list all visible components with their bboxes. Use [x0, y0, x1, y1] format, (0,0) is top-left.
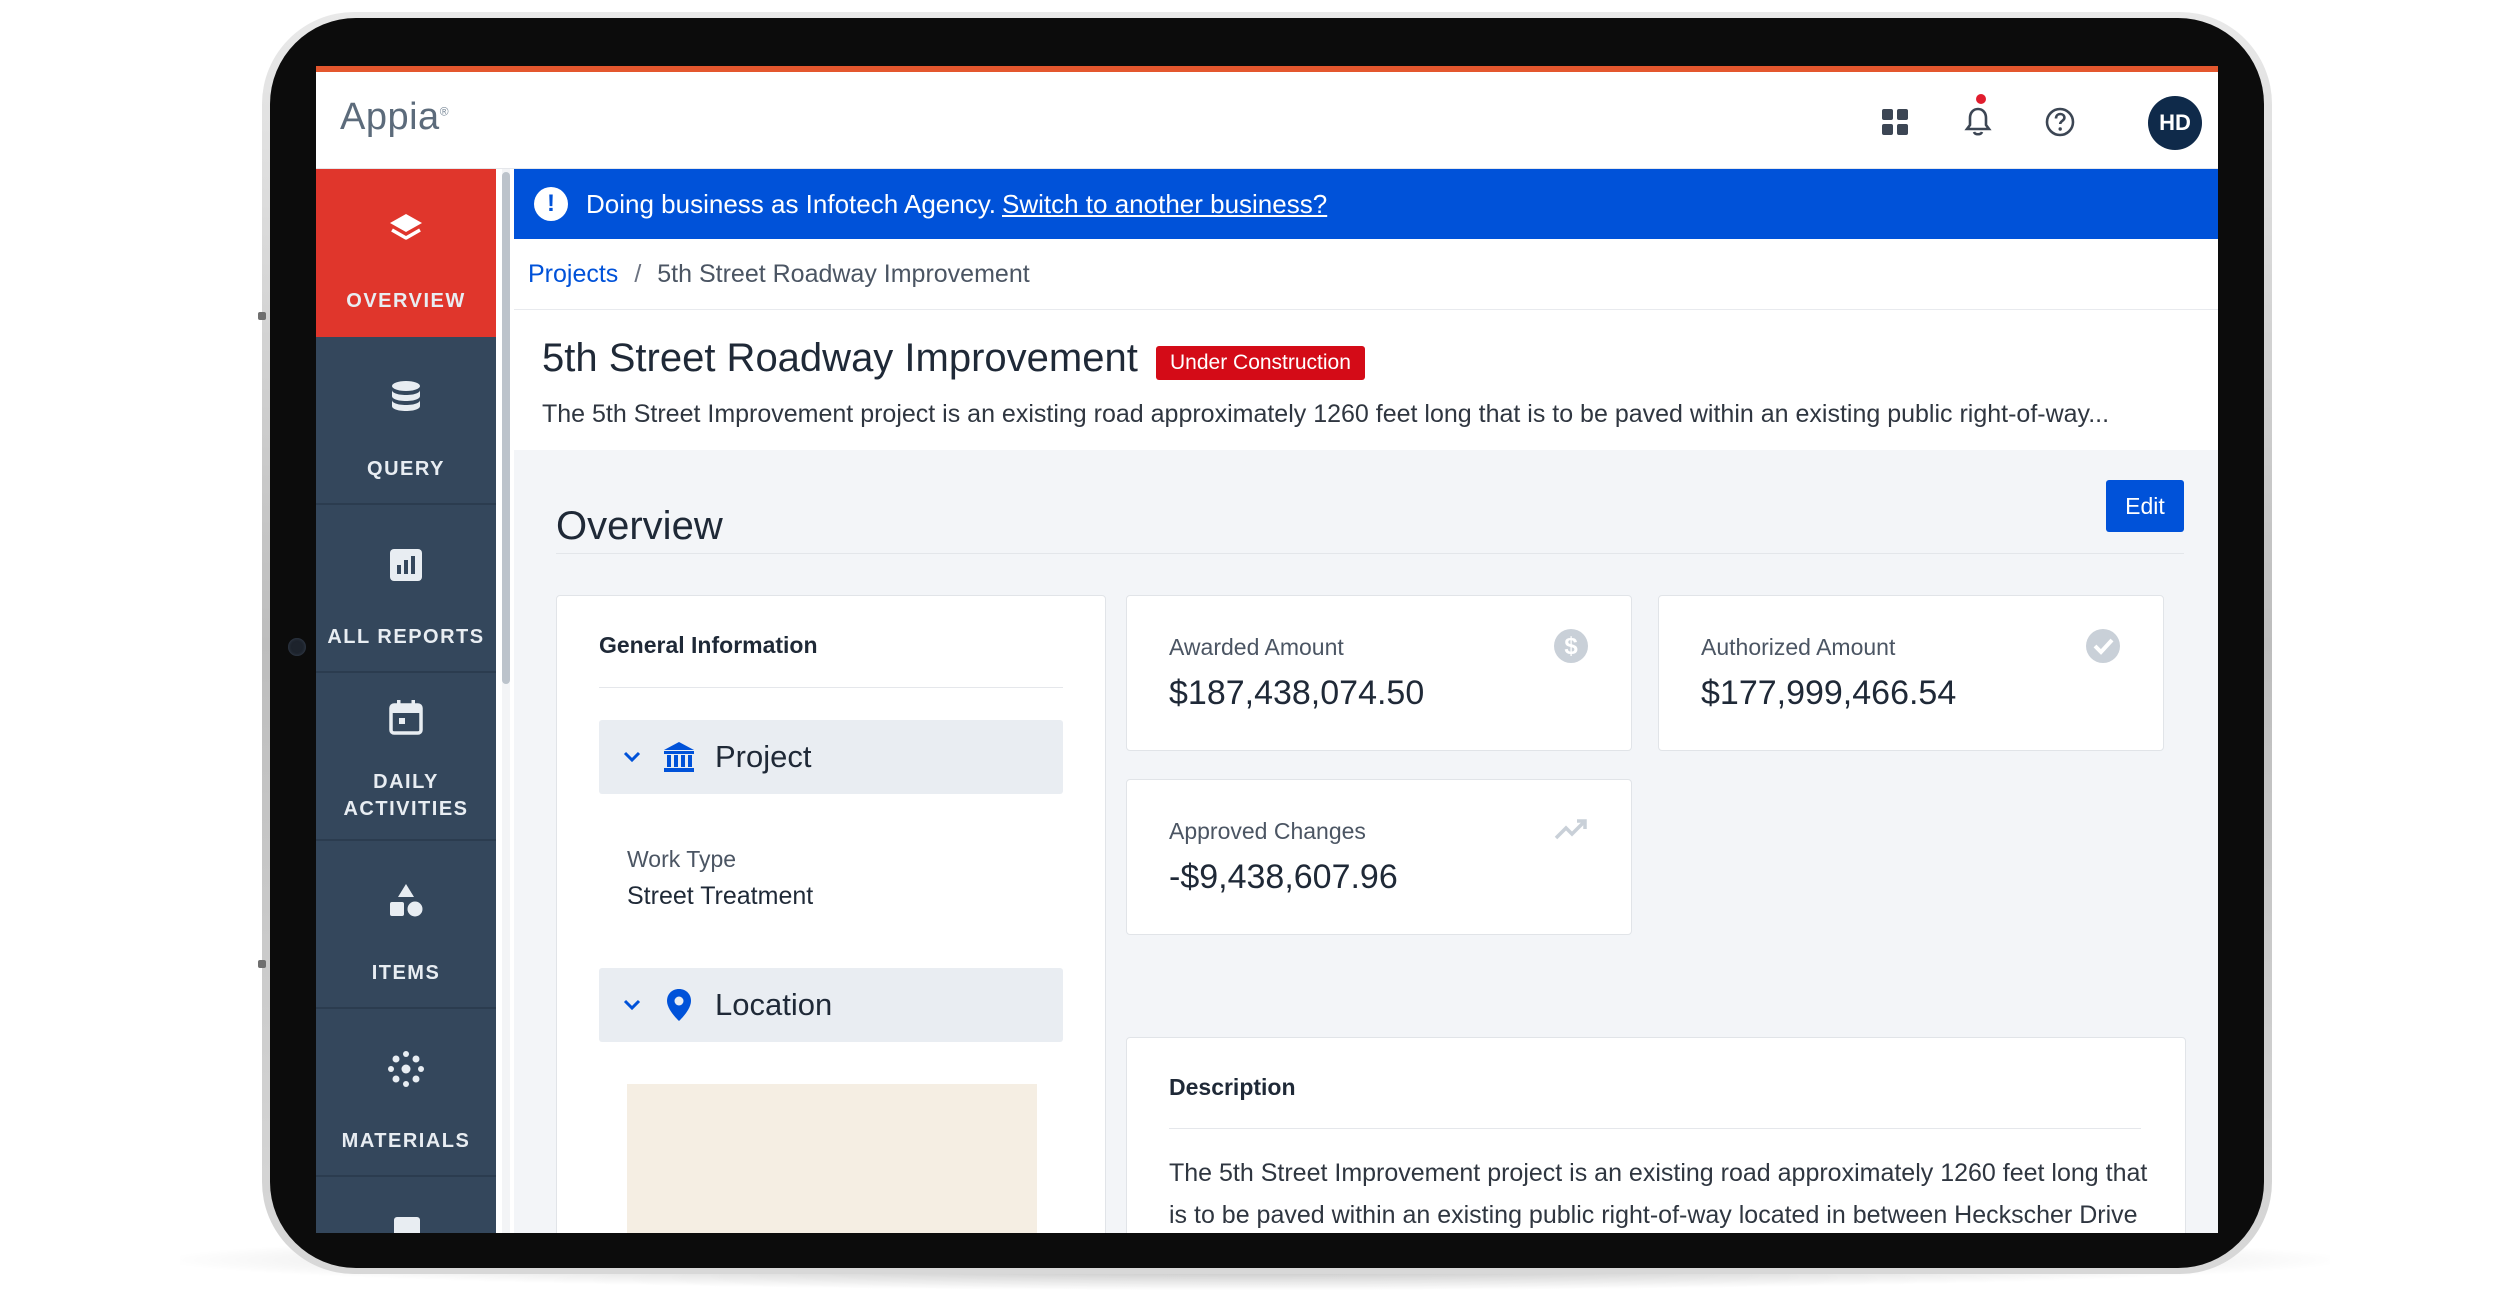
metric-label: Authorized Amount — [1701, 634, 1896, 660]
shapes-icon — [390, 884, 423, 917]
help-icon[interactable] — [2040, 102, 2080, 142]
divider — [556, 553, 2184, 554]
sidebar-item-all-reports[interactable]: ALL REPORTS — [316, 505, 496, 673]
divider — [599, 687, 1063, 688]
overview-title: Overview — [556, 504, 723, 548]
page-title: 5th Street Roadway Improvement — [542, 336, 1138, 380]
svg-text:$: $ — [1564, 633, 1578, 660]
sidebar-item-materials[interactable]: MATERIALS — [316, 1009, 496, 1177]
sidebar-item-label: ITEMS — [371, 962, 441, 984]
metric-label: Approved Changes — [1169, 818, 1366, 844]
authorized-amount-card: Authorized Amount $177,999,466.54 — [1658, 595, 2164, 751]
apps-grid-icon[interactable] — [1875, 102, 1915, 142]
bank-building-icon — [664, 742, 694, 772]
app-logo[interactable]: Appia® — [340, 96, 449, 139]
breadcrumb-projects-link[interactable]: Projects — [528, 260, 618, 289]
info-alert-icon: ! — [534, 187, 568, 221]
accordion-label: Location — [715, 987, 833, 1022]
bell-icon[interactable] — [1958, 102, 1998, 142]
sidebar-item-daily-activities[interactable]: DAILY ACTIVITIES — [316, 673, 496, 841]
approved-changes-card: Approved Changes -$9,438,607.96 — [1126, 779, 1632, 935]
sidebar-item-label: QUERY — [367, 458, 445, 480]
calendar-icon — [389, 700, 423, 735]
side-button — [258, 312, 266, 320]
status-badge: Under Construction — [1156, 346, 1365, 380]
edit-button[interactable]: Edit — [2106, 480, 2184, 532]
work-type-label: Work Type — [627, 846, 737, 872]
general-information-card: General Information Project Work Type St… — [556, 595, 1106, 1233]
user-avatar[interactable]: HD — [2148, 96, 2202, 150]
description-text: The 5th Street Improvement project is an… — [1169, 1159, 2148, 1229]
sidebar-item-overview[interactable]: OVERVIEW — [316, 169, 496, 337]
project-header: 5th Street Roadway Improvement Under Con… — [514, 310, 2218, 450]
sidebar: OVERVIEW QUERY ALL REPORTS DAILY ACTIVIT… — [316, 169, 496, 1233]
trend-up-icon — [1554, 819, 1587, 840]
database-icon — [392, 381, 420, 411]
document-icon — [394, 1217, 420, 1233]
breadcrumb-current: 5th Street Roadway Improvement — [657, 259, 1030, 288]
sidebar-item-label: ALL REPORTS — [327, 626, 485, 648]
map-pin-icon — [667, 989, 691, 1021]
metric-value: $177,999,466.54 — [1701, 674, 1957, 712]
divider — [1169, 1128, 2141, 1129]
switch-business-link[interactable]: Switch to another business? — [1002, 189, 1327, 220]
description-card: Description The 5th Street Improvement p… — [1126, 1037, 2186, 1233]
banner-text: Doing business as Infotech Agency. — [586, 188, 996, 219]
sidebar-item-label: MATERIALS — [341, 1130, 471, 1152]
dollar-circle-icon: $ — [1554, 629, 1588, 663]
chevron-down-icon — [623, 751, 641, 763]
sidebar-scrollbar-thumb[interactable] — [502, 172, 510, 684]
sidebar-item-query[interactable]: QUERY — [316, 337, 496, 505]
business-banner: ! Doing business as Infotech Agency. Swi… — [514, 169, 2218, 239]
awarded-amount-card: Awarded Amount $187,438,074.50 $ — [1126, 595, 1632, 751]
project-summary: The 5th Street Improvement project is an… — [542, 400, 2110, 428]
accordion-project[interactable]: Project — [599, 720, 1063, 794]
card-title: Description — [1169, 1074, 1296, 1100]
accordion-location[interactable]: Location — [599, 968, 1063, 1042]
card-title: General Information — [599, 632, 818, 658]
sidebar-item-label: DAILY ACTIVITIES — [343, 771, 469, 820]
metric-value: $187,438,074.50 — [1169, 674, 1425, 712]
dots-grid-icon — [388, 1051, 424, 1087]
accordion-label: Project — [715, 739, 812, 774]
camera-lens — [288, 638, 306, 656]
metric-value: -$9,438,607.96 — [1169, 858, 1398, 896]
sidebar-item-items[interactable]: ITEMS — [316, 841, 496, 1009]
breadcrumb-separator: / — [634, 259, 642, 288]
check-circle-icon — [2086, 629, 2120, 663]
report-chart-icon — [390, 549, 422, 581]
app-screen: Appia® HD OVERVIEW QUERY ALL REPORTS DAI… — [316, 66, 2218, 1233]
metric-label: Awarded Amount — [1169, 634, 1344, 660]
chevron-down-icon — [623, 999, 641, 1011]
breadcrumb: Projects / 5th Street Roadway Improvemen… — [514, 239, 2218, 310]
app-header: Appia® HD — [316, 72, 2218, 169]
sidebar-item-more[interactable] — [316, 1177, 496, 1233]
location-map[interactable] — [627, 1084, 1037, 1233]
main-content: ! Doing business as Infotech Agency. Swi… — [514, 169, 2218, 1233]
layers-icon — [390, 214, 422, 240]
work-type-value: Street Treatment — [627, 882, 814, 910]
side-button — [258, 960, 266, 968]
sidebar-item-label: OVERVIEW — [346, 290, 466, 312]
